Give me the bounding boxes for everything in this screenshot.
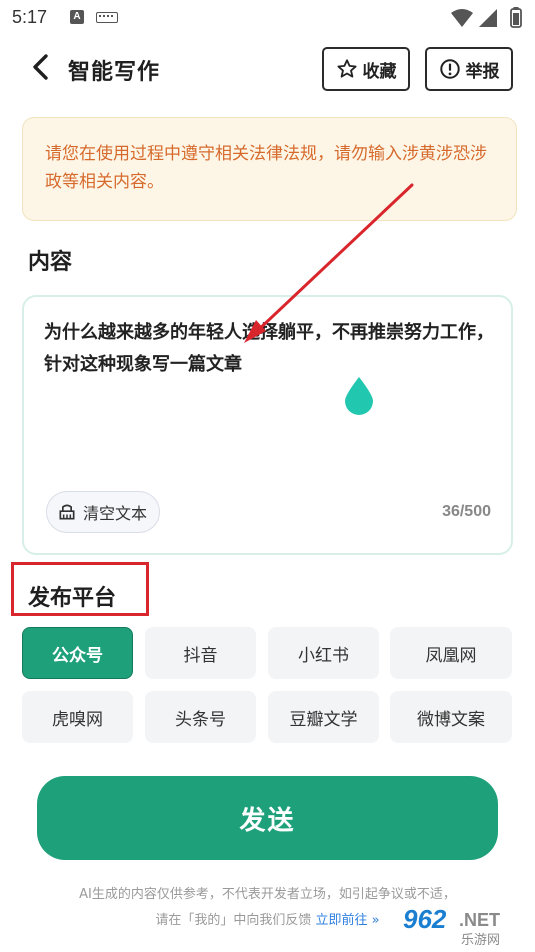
eraser-icon: [59, 504, 75, 520]
content-text: 为什么越来越多的年轻人选择躺平，不再推崇努力工作，针对这种现象写一篇文章: [44, 322, 494, 375]
watermark-suffix: .NET: [459, 910, 500, 930]
app-header: 智能写作 收藏 举报: [0, 36, 535, 102]
platform-option-fenghuang[interactable]: 凤凰网: [390, 627, 512, 679]
star-icon: [336, 59, 357, 78]
watermark-main: 962: [403, 904, 447, 934]
feedback-link[interactable]: 立即前往 »: [316, 913, 380, 928]
favorite-button[interactable]: 收藏: [322, 47, 410, 91]
platform-option-gongzhonghao[interactable]: 公众号: [22, 627, 133, 679]
platform-option-xiaohongshu[interactable]: 小红书: [268, 627, 379, 679]
watermark-sub: 乐游网: [461, 933, 500, 948]
text-cursor-handle-icon[interactable]: [342, 375, 376, 415]
report-button[interactable]: 举报: [425, 47, 513, 91]
platform-option-toutiao[interactable]: 头条号: [145, 691, 256, 743]
clear-text-label: 清空文本: [83, 504, 148, 523]
battery-icon: [510, 7, 522, 28]
char-counter: 36/500: [442, 503, 491, 520]
platform-option-huxiu[interactable]: 虎嗅网: [22, 691, 133, 743]
compliance-notice: 请您在使用过程中遵守相关法律法规，请勿输入涉黄涉恐涉政等相关内容。: [22, 117, 517, 221]
back-arrow-icon[interactable]: [24, 50, 58, 84]
content-section-title: 内容: [24, 244, 87, 276]
status-time: 5:17: [12, 7, 48, 27]
platform-option-douban[interactable]: 豆瓣文学: [268, 691, 379, 743]
disclaimer-line-2-text: 请在「我的」中向我们反馈: [155, 913, 312, 928]
platform-option-douyin[interactable]: 抖音: [145, 627, 256, 679]
status-indicators: [451, 7, 522, 28]
page-title: 智能写作: [68, 60, 161, 85]
keyboard-icon: [96, 12, 118, 23]
clear-text-button[interactable]: 清空文本: [46, 491, 161, 533]
report-label: 举报: [465, 61, 500, 82]
platform-option-weibo[interactable]: 微博文案: [390, 691, 512, 743]
status-bar: 5:17 A: [0, 0, 535, 36]
watermark-logo: 962 .NET 乐游网: [399, 900, 529, 948]
favorite-label: 收藏: [362, 61, 397, 82]
exclamation-circle-icon: [439, 59, 460, 79]
signal-icon: [479, 9, 497, 27]
wifi-icon: [451, 9, 473, 27]
annotation-highlight-box: [11, 562, 149, 616]
accessibility-icon: A: [70, 10, 84, 24]
content-textarea[interactable]: 为什么越来越多的年轻人选择躺平，不再推崇努力工作，针对这种现象写一篇文章 清空文…: [22, 295, 513, 555]
send-button[interactable]: 发送: [37, 776, 498, 860]
